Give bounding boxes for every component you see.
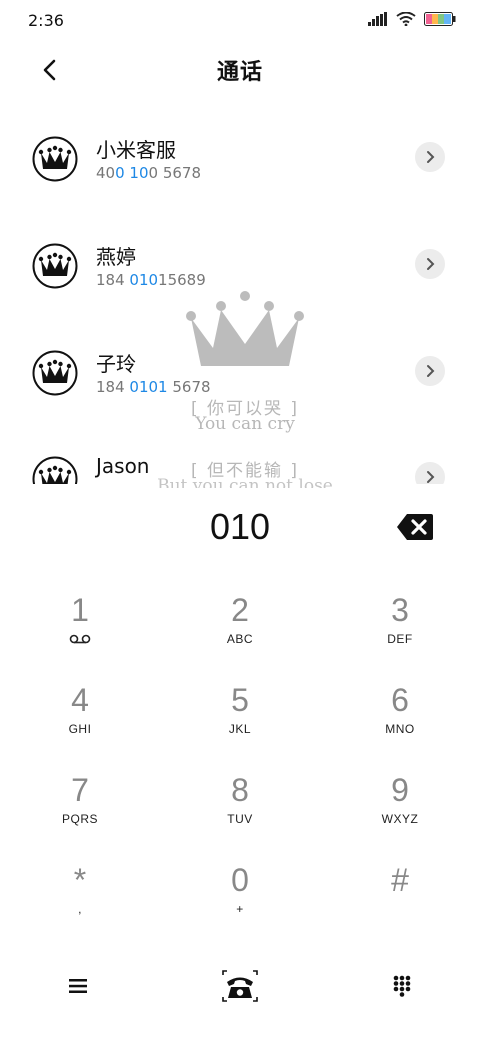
chevron-right-icon <box>427 471 435 483</box>
key-digit: 9 <box>391 772 409 808</box>
crown-avatar-icon <box>32 243 78 289</box>
key-letters: ABC <box>226 632 254 646</box>
key-letters: JKL <box>228 722 252 736</box>
crown-avatar-icon <box>32 456 78 484</box>
key-3[interactable]: 3 DEF <box>320 580 480 670</box>
key-digit: 4 <box>71 682 89 718</box>
bottom-bar <box>0 950 480 1022</box>
contact-detail-button[interactable] <box>415 249 445 279</box>
key-letters: GHI <box>68 722 92 736</box>
contact-number: 184 01015689 <box>96 271 206 289</box>
key-7[interactable]: 7 PQRS <box>0 760 160 850</box>
dialer-display: 010 <box>0 490 480 570</box>
contact-detail-button[interactable] <box>415 142 445 172</box>
backspace-button[interactable] <box>396 513 434 541</box>
contact-name: Jason <box>96 454 150 478</box>
key-5[interactable]: 5 JKL <box>160 670 320 760</box>
wifi-icon <box>396 12 416 26</box>
key-1[interactable]: 1 <box>0 580 160 670</box>
dialpad-icon <box>393 975 411 997</box>
key-digit: # <box>391 862 409 898</box>
contact-name: 子玲 <box>96 352 136 376</box>
contact-detail-button[interactable] <box>415 462 445 484</box>
status-time: 2:36 <box>28 11 64 30</box>
title-bar: 通话 <box>0 42 480 100</box>
contact-row[interactable]: 燕婷 184 01015689 <box>0 217 480 313</box>
status-icons <box>368 12 456 26</box>
key-digit: 5 <box>231 682 249 718</box>
key-2[interactable]: 2 ABC <box>160 580 320 670</box>
key-letters: PQRS <box>61 812 98 826</box>
chevron-right-icon <box>427 258 435 270</box>
key-letters: DEF <box>387 632 413 646</box>
keypad: 1 2 ABC 3 DEF 4 GHI 5 JKL 6 MNO 7 PQRS 8… <box>0 580 480 930</box>
key-letters: + <box>236 902 244 916</box>
battery-icon <box>424 12 456 26</box>
signal-icon <box>368 12 387 26</box>
key-digit: 2 <box>231 592 249 628</box>
key-digit: 3 <box>391 592 409 628</box>
key-9[interactable]: 9 WXYZ <box>320 760 480 850</box>
dialpad-button[interactable] <box>378 966 426 1006</box>
key-letters: TUV <box>227 812 253 826</box>
chevron-right-icon <box>427 365 435 377</box>
key-4[interactable]: 4 GHI <box>0 670 160 760</box>
crown-avatar-icon <box>32 136 78 182</box>
voicemail-icon <box>69 634 91 644</box>
contact-row[interactable]: 子玲 184 0101 5678 <box>0 324 480 420</box>
key-hash[interactable]: # <box>320 850 480 940</box>
contact-detail-button[interactable] <box>415 356 445 386</box>
key-digit: 8 <box>231 772 249 808</box>
key-digit: 7 <box>71 772 89 808</box>
contact-row[interactable]: Jason <box>0 430 480 484</box>
crown-avatar-icon <box>32 350 78 396</box>
phone-icon <box>222 970 258 1002</box>
key-digit: * <box>73 862 87 898</box>
key-8[interactable]: 8 TUV <box>160 760 320 850</box>
key-digit: 6 <box>391 682 409 718</box>
key-digit: 0 <box>231 862 249 898</box>
contact-number: 400 100 5678 <box>96 164 202 182</box>
menu-button[interactable] <box>54 966 102 1006</box>
key-digit: 1 <box>71 592 89 628</box>
backspace-icon <box>397 514 433 540</box>
chevron-right-icon <box>427 151 435 163</box>
contact-number: 184 0101 5678 <box>96 378 211 396</box>
call-button[interactable] <box>216 966 264 1006</box>
contact-list: 小米客服 400 100 5678 燕婷 184 01015689 子玲 184… <box>0 110 480 484</box>
key-star[interactable]: * , <box>0 850 160 940</box>
status-bar: 2:36 <box>0 0 480 42</box>
page-title: 通话 <box>216 60 263 85</box>
contact-name: 燕婷 <box>96 245 136 269</box>
contact-name: 小米客服 <box>96 138 176 162</box>
key-6[interactable]: 6 MNO <box>320 670 480 760</box>
key-letters: WXYZ <box>381 812 419 826</box>
key-letters: MNO <box>385 722 415 736</box>
menu-icon <box>69 979 87 993</box>
key-0[interactable]: 0 + <box>160 850 320 940</box>
contact-row[interactable]: 小米客服 400 100 5678 <box>0 110 480 206</box>
key-letters: , <box>78 902 82 916</box>
